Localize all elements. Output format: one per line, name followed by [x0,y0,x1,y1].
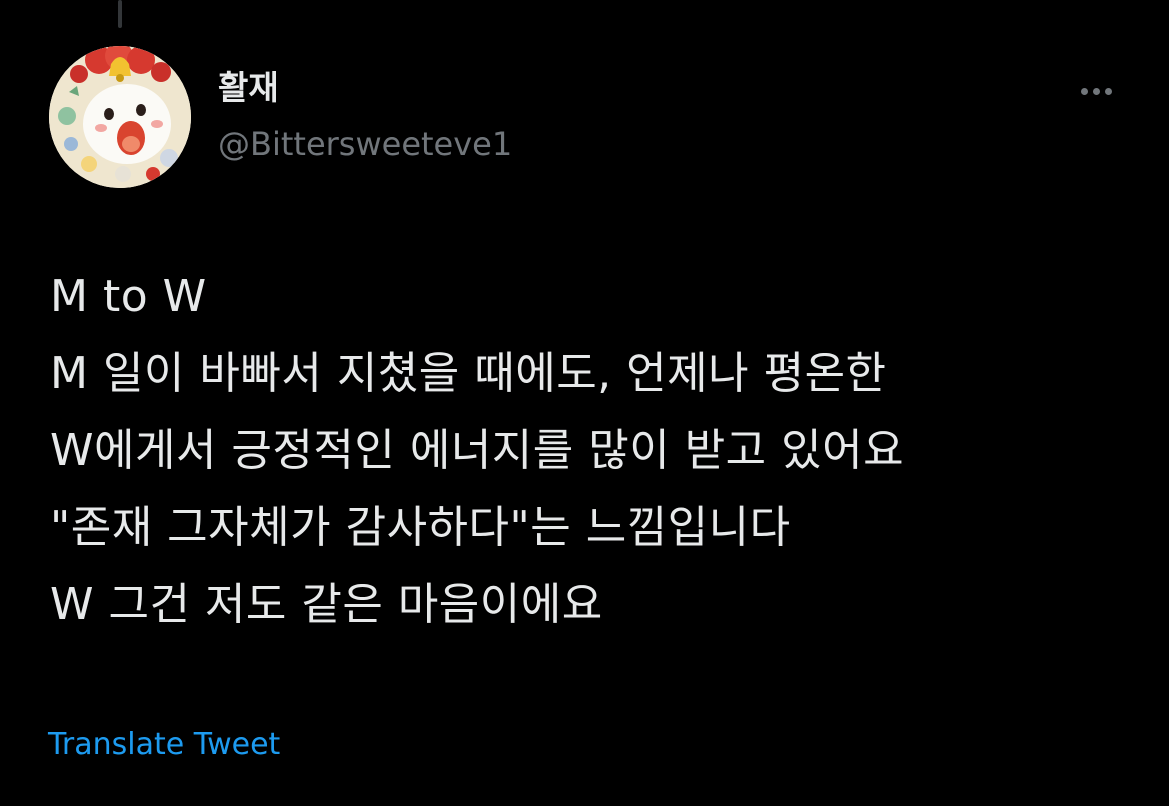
more-options-button[interactable] [1068,76,1124,106]
tweet-text: M to W M 일이 바빠서 지쳤을 때에도, 언제나 평온한 W에게서 긍정… [50,258,1150,643]
tweet-text-line: M 일이 바빠서 지쳤을 때에도, 언제나 평온한 [50,348,887,399]
tweet-text-line: "존재 그자체가 감사하다"는 느낌입니다 [50,502,791,553]
author-display-name[interactable]: 활재 [218,66,279,110]
thread-connector-line [118,0,122,28]
tweet-text-line: M to W [50,271,207,322]
more-horizontal-icon [1104,87,1112,95]
tweet-text-line: W 그건 저도 같은 마음이에요 [50,579,603,630]
more-horizontal-icon [1092,87,1100,95]
more-horizontal-icon [1080,87,1088,95]
avatar-illustration-icon [49,46,191,188]
translate-tweet-link[interactable]: Translate Tweet [48,724,280,766]
tweet-text-line: W에게서 긍정적인 에너지를 많이 받고 있어요 [50,425,905,476]
avatar[interactable] [49,46,191,188]
author-handle[interactable]: @Bittersweeteve1 [218,122,512,166]
